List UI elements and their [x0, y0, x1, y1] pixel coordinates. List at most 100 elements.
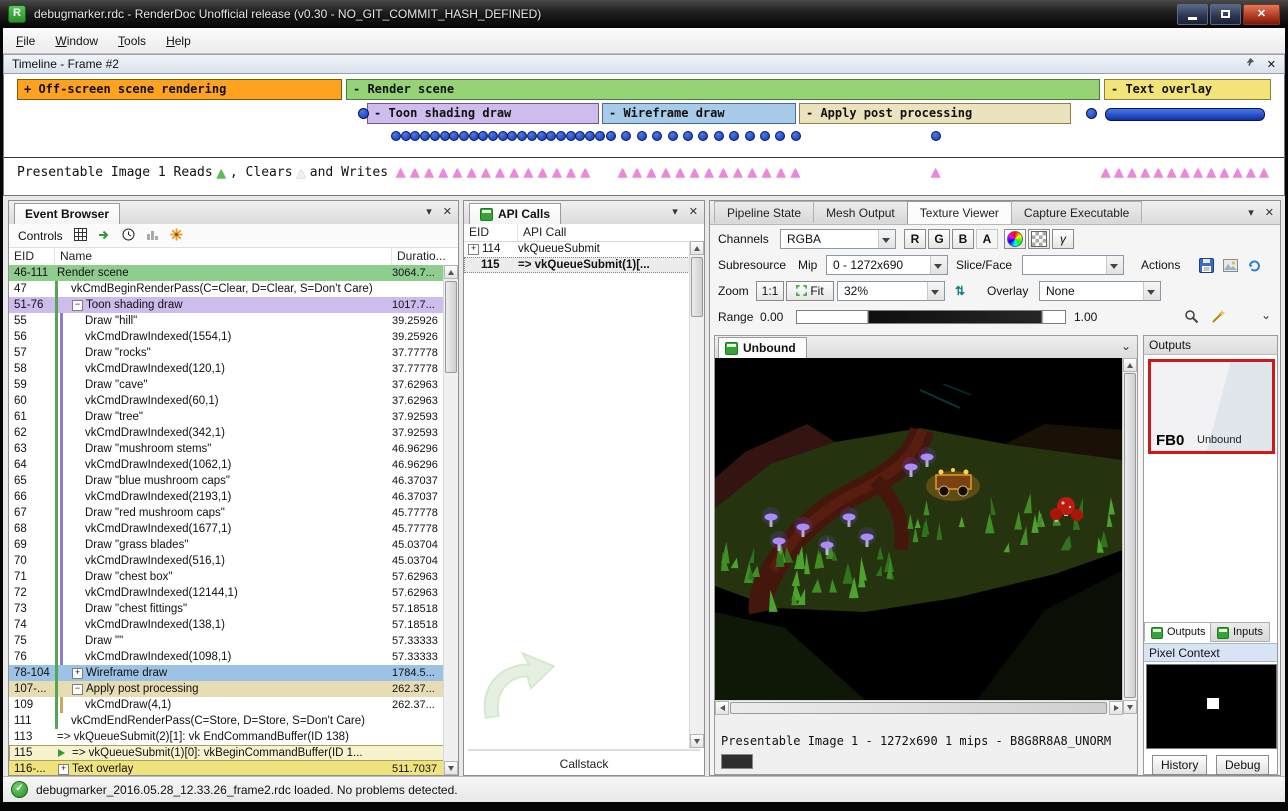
texture-view[interactable] — [715, 358, 1123, 700]
event-row[interactable]: 57Draw "rocks"37.77778 — [9, 345, 444, 361]
maximize-button[interactable] — [1210, 4, 1241, 25]
event-row[interactable]: 115=> vkQueueSubmit(1)[0]: vkBeginComman… — [9, 745, 444, 761]
draw-call-dot[interactable] — [430, 131, 440, 141]
tab-capture-executable[interactable]: Capture Executable — [1011, 201, 1142, 223]
callstack-splitter[interactable] — [468, 748, 700, 751]
timeline-marker-bar[interactable]: - Render scene — [346, 79, 1100, 100]
draw-call-dot[interactable] — [459, 131, 469, 141]
event-row[interactable]: 107-...−Apply post processing262.37... — [9, 681, 444, 697]
texture-tab-unbound[interactable]: Unbound — [718, 337, 807, 358]
fit-button[interactable]: Fit — [786, 281, 834, 301]
clock-icon[interactable] — [122, 228, 135, 244]
timeline-marker-bar[interactable]: - Wireframe draw — [602, 103, 796, 124]
pixel-context-view[interactable] — [1146, 664, 1277, 749]
panel-close-icon[interactable]: ✕ — [443, 205, 452, 218]
wand-icon[interactable] — [1211, 309, 1226, 327]
draw-call-dot[interactable] — [791, 131, 801, 141]
menu-tools[interactable]: Tools — [108, 30, 156, 52]
api-calls-scrollbar[interactable] — [689, 241, 704, 748]
draw-call-dot[interactable] — [652, 131, 662, 141]
draw-call-dot[interactable] — [637, 131, 647, 141]
event-row[interactable]: 116-...+Text overlay511.7037 — [9, 761, 444, 775]
draw-call-dot[interactable] — [401, 131, 411, 141]
event-row[interactable]: 58vkCmdDrawIndexed(120,1)37.77778 — [9, 361, 444, 377]
zoom-dropdown[interactable]: 32% — [837, 281, 945, 301]
expand-icon[interactable]: + — [468, 244, 479, 255]
draw-call-dot[interactable] — [775, 131, 785, 141]
expand-icon[interactable]: + — [72, 668, 83, 679]
star-icon[interactable] — [170, 228, 183, 244]
texture-vscrollbar[interactable] — [1122, 358, 1137, 714]
event-row[interactable]: 62vkCmdDrawIndexed(342,1)37.92593 — [9, 425, 444, 441]
magnifier-icon[interactable] — [1184, 309, 1199, 327]
draw-call-dot[interactable] — [498, 131, 508, 141]
api-call-row[interactable]: +114vkQueueSubmit — [464, 241, 690, 257]
fb0-thumbnail[interactable]: FB0 Unbound — [1148, 359, 1275, 454]
event-row[interactable]: 46-111Render scene3064.7... — [9, 265, 444, 281]
draw-call-dot[interactable] — [683, 131, 693, 141]
draw-call-dot[interactable] — [537, 131, 547, 141]
mip-dropdown[interactable]: 0 - 1272x690 — [826, 255, 948, 275]
menu-window[interactable]: Window — [45, 30, 108, 52]
tab-inputs[interactable]: Inputs — [1210, 622, 1270, 642]
flip-y-button[interactable]: ⇅ — [951, 281, 969, 301]
draw-call-dot[interactable] — [1086, 108, 1097, 119]
green-channel-button[interactable]: G — [928, 229, 950, 249]
timeline-marker-bar[interactable]: - Toon shading draw — [367, 103, 599, 124]
event-browser-scrollbar[interactable] — [443, 265, 458, 775]
event-row[interactable]: 63Draw "mushroom stems"46.96296 — [9, 441, 444, 457]
panel-menu-icon[interactable]: ▾ — [672, 205, 678, 218]
draw-call-dot[interactable] — [469, 131, 479, 141]
color-wheel-button[interactable] — [1004, 229, 1026, 249]
draw-call-dot[interactable] — [391, 131, 401, 141]
event-row[interactable]: 68vkCmdDrawIndexed(1677,1)45.77778 — [9, 521, 444, 537]
event-row[interactable]: 47vkCmdBeginRenderPass(C=Clear, D=Clear,… — [9, 281, 444, 297]
range-options-chevron[interactable]: ⌄ — [1258, 307, 1274, 327]
panel-menu-icon[interactable]: ▾ — [426, 205, 432, 218]
zoom-1to1-button[interactable]: 1:1 — [756, 281, 784, 301]
draw-call-dot[interactable] — [575, 131, 585, 141]
goto-eid-icon[interactable] — [98, 228, 111, 244]
minimize-button[interactable] — [1177, 4, 1208, 25]
history-button[interactable]: History — [1152, 755, 1207, 775]
column-name[interactable]: Name — [55, 248, 392, 265]
draw-call-dot[interactable] — [760, 131, 770, 141]
tab-mesh-output[interactable]: Mesh Output — [813, 201, 908, 223]
draw-call-dot[interactable] — [621, 131, 631, 141]
draw-call-dot[interactable] — [595, 131, 605, 141]
event-row[interactable]: 109vkCmdDraw(4,1)262.37... — [9, 697, 444, 713]
channels-dropdown[interactable]: RGBA — [780, 229, 896, 249]
draw-call-dot[interactable] — [745, 131, 755, 141]
timeline-marker-bar[interactable]: + Off-screen scene rendering — [17, 79, 342, 100]
draw-call-dot[interactable] — [420, 131, 430, 141]
column-api-call[interactable]: API Call — [518, 224, 704, 241]
draw-call-dot[interactable] — [931, 131, 941, 141]
collapse-icon[interactable]: − — [72, 300, 83, 311]
menu-file[interactable]: File — [6, 30, 45, 52]
draw-call-dot[interactable] — [668, 131, 678, 141]
draw-call-dot[interactable] — [714, 131, 724, 141]
event-row[interactable]: 67Draw "red mushroom caps"45.77778 — [9, 505, 444, 521]
blue-channel-button[interactable]: B — [952, 229, 974, 249]
overlay-dropdown[interactable]: None — [1039, 281, 1161, 301]
event-row[interactable]: 78-104+Wireframe draw1784.5... — [9, 665, 444, 681]
expand-icon[interactable]: + — [58, 764, 69, 775]
event-row[interactable]: 111vkCmdEndRenderPass(C=Store, D=Store, … — [9, 713, 444, 729]
draw-call-dot[interactable] — [440, 131, 450, 141]
texture-list-chevron[interactable]: ⌄ — [1121, 339, 1131, 353]
export-image-icon[interactable] — [1223, 258, 1238, 276]
range-slider[interactable] — [796, 310, 1066, 324]
event-row[interactable]: 69Draw "grass blades"45.03704 — [9, 537, 444, 553]
draw-call-dot[interactable] — [585, 131, 595, 141]
draw-call-dot[interactable] — [606, 131, 616, 141]
checkerboard-button[interactable] — [1028, 229, 1050, 249]
event-row[interactable]: 56vkCmdDrawIndexed(1554,1)39.25926 — [9, 329, 444, 345]
timeline-marker-bar[interactable]: - Apply post processing — [799, 103, 1071, 124]
draw-call-dot[interactable] — [488, 131, 498, 141]
panel-close-icon[interactable]: ✕ — [689, 205, 698, 218]
event-row[interactable]: 60vkCmdDrawIndexed(60,1)37.62963 — [9, 393, 444, 409]
tab-pipeline-state[interactable]: Pipeline State — [714, 201, 814, 223]
menu-help[interactable]: Help — [156, 30, 201, 52]
red-channel-button[interactable]: R — [904, 229, 926, 249]
collapse-icon[interactable]: − — [72, 684, 83, 695]
